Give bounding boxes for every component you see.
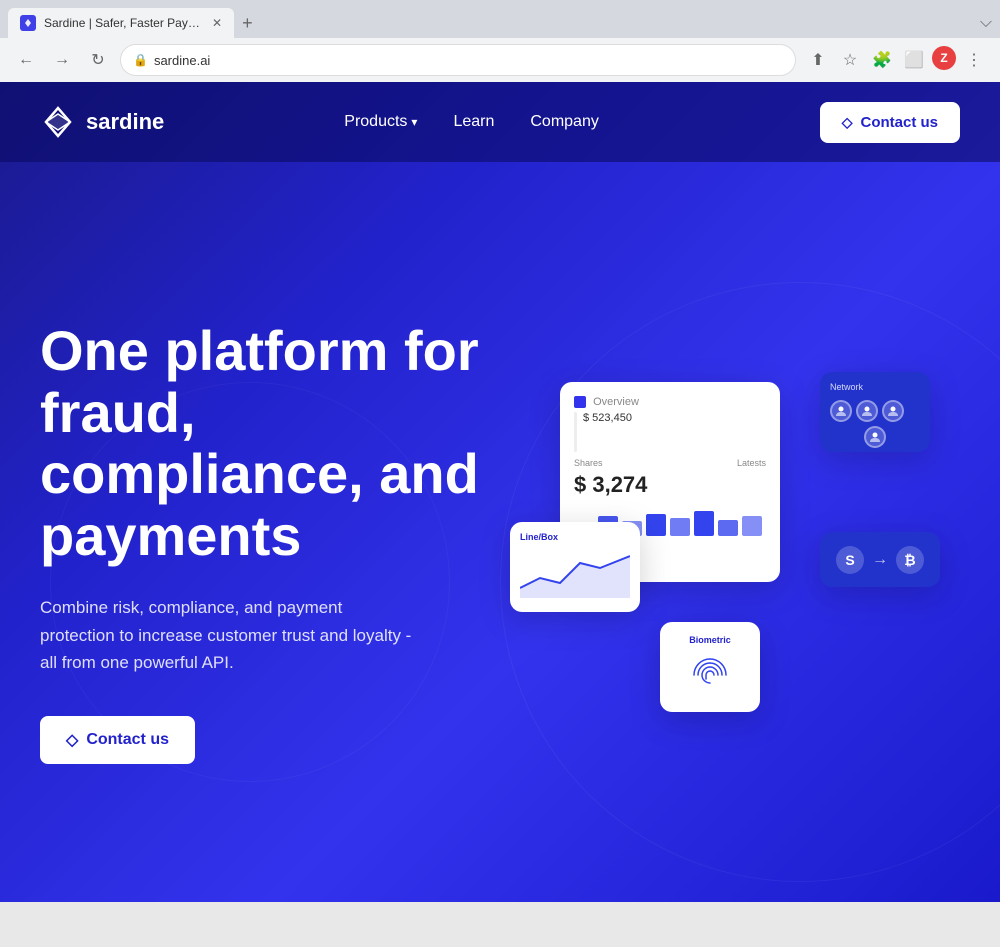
balance-value: $ 523,450 [583,412,632,424]
network-card: Network [820,372,930,452]
learn-nav-link[interactable]: Learn [453,113,494,131]
hero-section: One platform for fraud, compliance, and … [0,162,1000,902]
nav-links: Products ▾ Learn Company [344,113,599,131]
products-label: Products [344,113,407,131]
products-nav-link[interactable]: Products ▾ [344,113,417,131]
address-bar[interactable]: 🔒 sardine.ai [120,44,796,76]
lock-icon: 🔒 [133,53,148,67]
fingerprint-icon [686,651,734,699]
logo-icon [40,104,76,140]
user-dot-1 [830,400,852,422]
hero-text-block: One platform for fraud, compliance, and … [40,320,500,764]
browser-toolbar: ← → ↻ 🔒 sardine.ai ⬆ ☆ 🧩 ⬜ Z ⋮ [0,38,1000,82]
line-chart-card: Line/Box [510,522,640,612]
nav-diamond-icon: ◇ [842,114,853,131]
site-navigation: sardine Products ▾ Learn Company ◇ Conta… [0,82,1000,162]
dashboard-amount: $ 3,274 [574,472,766,498]
biometric-card: Biometric [660,622,760,712]
browser-tab-bar: Sardine | Safer, Faster Payme… ✕ + ⌵ [0,0,1000,38]
products-chevron-icon: ▾ [411,115,417,129]
chart-label: Line/Box [520,532,630,542]
tab-favicon [20,15,36,31]
browser-window: Sardine | Safer, Faster Payme… ✕ + ⌵ ← →… [0,0,1000,902]
user-dots-grid [830,400,920,448]
hero-cta-label: Contact us [86,731,169,749]
toolbar-icons: ⬆ ☆ 🧩 ⬜ Z ⋮ [804,46,988,74]
line-chart-svg [520,548,630,598]
refresh-button[interactable]: ↻ [84,46,112,74]
network-label: Network [830,382,920,392]
learn-label: Learn [453,113,494,131]
nav-contact-label: Contact us [860,114,938,131]
bio-label: Biometric [689,635,731,645]
menu-button[interactable]: ⋮ [960,46,988,74]
hero-dashboard-visual: Overview $ 523,450 Shares Latests $ 3,27… [500,352,960,732]
hero-subheadline: Combine risk, compliance, and payment pr… [40,594,420,676]
tab-title: Sardine | Safer, Faster Payme… [44,16,204,30]
user-avatar[interactable]: Z [932,46,956,70]
dashboard-overview-label: Overview [574,396,766,408]
company-nav-link[interactable]: Company [530,113,598,131]
website-content: sardine Products ▾ Learn Company ◇ Conta… [0,82,1000,902]
forward-button[interactable]: → [48,46,76,74]
user-dot-3 [882,400,904,422]
hero-contact-us-button[interactable]: ◇ Contact us [40,716,195,764]
user-dot-2 [856,400,878,422]
crypto-card: S → ₿ [820,532,940,587]
nav-contact-us-button[interactable]: ◇ Contact us [820,102,960,143]
back-button[interactable]: ← [12,46,40,74]
address-text: sardine.ai [154,53,783,68]
bookmark-button[interactable]: ☆ [836,46,864,74]
new-tab-button[interactable]: + [234,13,261,34]
company-label: Company [530,113,598,131]
tab-overview-button[interactable]: ⬜ [900,46,928,74]
hero-headline: One platform for fraud, compliance, and … [40,320,500,566]
shares-label: Shares [574,458,603,468]
share-button[interactable]: ⬆ [804,46,832,74]
extensions-button[interactable]: 🧩 [868,46,896,74]
latests-label: Latests [737,458,766,468]
active-tab[interactable]: Sardine | Safer, Faster Payme… ✕ [8,8,234,38]
site-logo[interactable]: sardine [40,104,164,140]
sardine-crypto-icon: S [836,546,864,574]
logo-text: sardine [86,109,164,135]
bitcoin-crypto-icon: ₿ [896,546,924,574]
expand-icon: ⌵ [980,14,992,32]
hero-diamond-icon: ◇ [66,730,78,750]
tab-close-button[interactable]: ✕ [212,16,222,30]
crypto-arrow-icon: → [872,551,888,569]
user-dot-4 [864,426,886,448]
